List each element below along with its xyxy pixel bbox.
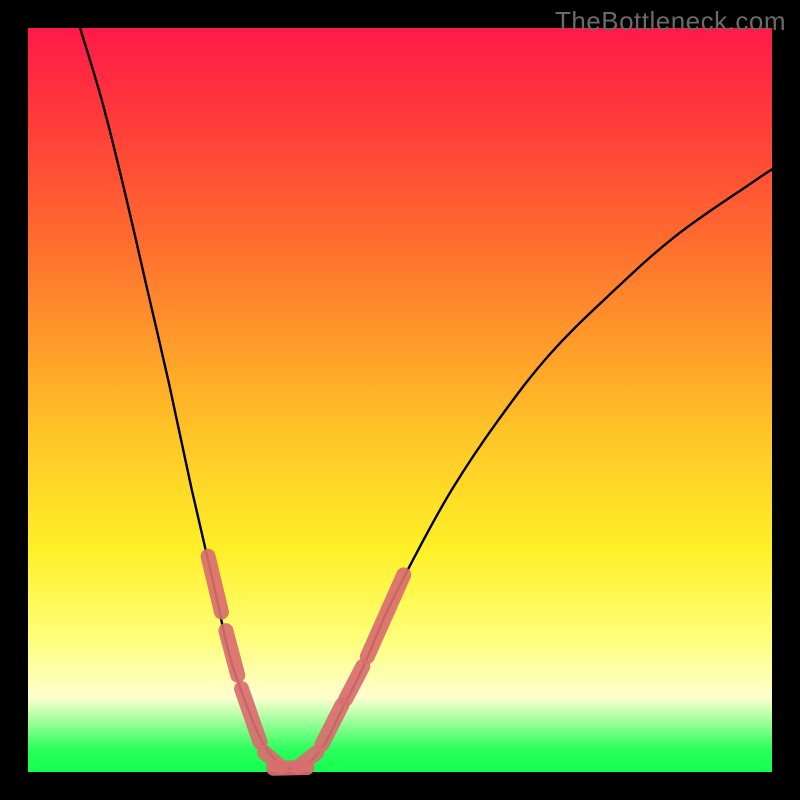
marker-marker-band-right-2 — [346, 666, 363, 699]
marker-marker-band-bottom-0 — [274, 768, 307, 769]
bottleneck-chart — [28, 28, 772, 772]
marker-marker-band-left-2 — [242, 689, 261, 743]
marker-marker-band-right-1 — [322, 705, 342, 744]
series-bottleneck-curve — [80, 28, 772, 769]
marker-marker-band-left-1 — [226, 631, 238, 676]
marker-marker-band-right-3 — [367, 575, 403, 657]
marker-marker-band-left-0 — [208, 556, 221, 612]
